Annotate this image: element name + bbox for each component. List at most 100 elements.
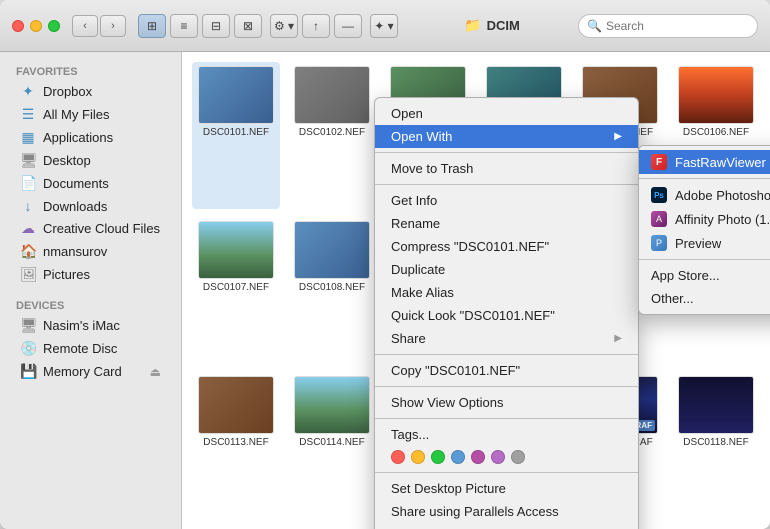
menu-item-set-desktop[interactable]: Set Desktop Picture <box>375 477 638 500</box>
file-item[interactable]: DSC0113.NEF <box>192 372 280 519</box>
submenu-item-other[interactable]: Other... <box>639 287 770 310</box>
file-item[interactable]: DSC0118.NEF <box>672 372 760 519</box>
sidebar-item-label: Remote Disc <box>43 341 117 356</box>
file-thumbnail <box>198 376 274 434</box>
sidebar-item-nasims-imac[interactable]: 🖥 Nasim's iMac <box>4 314 177 337</box>
forward-button[interactable]: › <box>100 15 126 37</box>
menu-item-copy[interactable]: Copy "DSC0101.NEF" <box>375 359 638 382</box>
search-input[interactable] <box>606 19 749 33</box>
submenu-item-fastraw[interactable]: F FastRawViewer (default) (1.4.3) <box>639 150 770 174</box>
submenu-item-appstore[interactable]: App Store... <box>639 264 770 287</box>
menu-item-label: Copy "DSC0101.NEF" <box>391 363 520 378</box>
sidebar-item-applications[interactable]: ▦ Applications <box>4 126 177 149</box>
finder-window: ‹ › ⊞ ≡ ⊟ ⊠ ⚙ ▾ ↑ — ✦ ▾ 📁 DCIM 🔍 Favorit… <box>0 0 770 529</box>
menu-item-share[interactable]: Share ▶ <box>375 327 638 350</box>
menu-item-label: Rename <box>391 216 440 231</box>
menu-item-move-to-trash[interactable]: Move to Trash <box>375 157 638 180</box>
dropbox-icon: ✦ <box>20 83 36 100</box>
favorites-section-title: Favorites <box>0 60 181 80</box>
close-button[interactable] <box>12 20 24 32</box>
tag-red[interactable] <box>391 450 405 464</box>
menu-item-label: Get Info <box>391 193 437 208</box>
menu-item-tags[interactable]: Tags... <box>375 423 638 446</box>
folder-icon: 📁 <box>464 17 481 34</box>
tag-orange[interactable] <box>411 450 425 464</box>
sidebar-item-dropbox[interactable]: ✦ Dropbox <box>4 80 177 103</box>
navigation-buttons: ‹ › <box>72 15 126 37</box>
sidebar-item-label: nmansurov <box>43 244 107 259</box>
submenu-item-preview[interactable]: P Preview <box>639 231 770 255</box>
memory-card-icon: 💾 <box>20 363 36 380</box>
tag-green[interactable] <box>431 450 445 464</box>
menu-item-duplicate[interactable]: Duplicate <box>375 258 638 281</box>
cover-flow-button[interactable]: ⊠ <box>234 14 262 38</box>
file-name: DSC0102.NEF <box>299 127 365 138</box>
file-item[interactable]: DSC0101.NEF <box>192 62 280 209</box>
tag-blue[interactable] <box>451 450 465 464</box>
file-item[interactable]: DSC0114.NEF <box>288 372 376 519</box>
submenu-item-affinity[interactable]: A Affinity Photo (1.5.2) <box>639 207 770 231</box>
app-name-label: Preview <box>675 236 721 251</box>
sidebar-item-label: Desktop <box>43 153 91 168</box>
column-view-button[interactable]: ⊟ <box>202 14 230 38</box>
sidebar-item-documents[interactable]: 📄 Documents <box>4 172 177 195</box>
menu-item-compress[interactable]: Compress "DSC0101.NEF" <box>375 235 638 258</box>
menu-item-quick-look[interactable]: Quick Look "DSC0101.NEF" <box>375 304 638 327</box>
file-name: DSC0118.NEF <box>683 437 748 448</box>
menu-item-label: Share using Parallels Access <box>391 504 559 519</box>
app-name-label: Adobe Photoshop CC 2017 <box>675 188 770 203</box>
sidebar-item-desktop[interactable]: 🖥 Desktop <box>4 149 177 172</box>
minimize-button[interactable] <box>30 20 42 32</box>
menu-item-share-parallels[interactable]: Share using Parallels Access <box>375 500 638 523</box>
menu-item-label: Open <box>391 106 423 121</box>
open-with-submenu: F FastRawViewer (default) (1.4.3) Ps Ado… <box>638 145 770 315</box>
file-name: DSC0113.NEF <box>203 437 268 448</box>
menu-item-label: Share <box>391 331 426 346</box>
pictures-icon: 🖼 <box>20 266 36 283</box>
menu-separator <box>375 184 638 185</box>
menu-item-get-info[interactable]: Get Info <box>375 189 638 212</box>
icon-view-button[interactable]: ⊞ <box>138 14 166 38</box>
menu-item-open[interactable]: Open <box>375 102 638 125</box>
sidebar-item-memory-card[interactable]: 💾 Memory Card ⏏ <box>4 360 177 383</box>
sidebar-item-nmansurov[interactable]: 🏠 nmansurov <box>4 240 177 263</box>
menu-item-open-with[interactable]: Open With ▶ F FastRawViewer (default) (1… <box>375 125 638 148</box>
search-bar[interactable]: 🔍 <box>578 14 758 38</box>
tag-purple[interactable] <box>471 450 485 464</box>
menu-item-label: Duplicate <box>391 262 445 277</box>
sidebar-item-all-my-files[interactable]: ☰ All My Files <box>4 103 177 126</box>
file-item[interactable]: DSC0107.NEF <box>192 217 280 364</box>
file-name: DSC0101.NEF <box>203 127 269 138</box>
file-item[interactable]: DSC0108.NEF <box>288 217 376 364</box>
menu-item-show-view-options[interactable]: Show View Options <box>375 391 638 414</box>
file-item[interactable]: DSC0102.NEF <box>288 62 376 209</box>
file-thumbnail <box>678 376 754 434</box>
file-thumbnail <box>294 221 370 279</box>
sidebar-item-label: Pictures <box>43 267 90 282</box>
list-view-button[interactable]: ≡ <box>170 14 198 38</box>
menu-item-make-alias[interactable]: Make Alias <box>375 281 638 304</box>
dropbox-button[interactable]: ✦ ▾ <box>370 14 398 38</box>
arrange-button[interactable]: ⚙ ▾ <box>270 14 298 38</box>
sidebar-item-remote-disc[interactable]: 💿 Remote Disc <box>4 337 177 360</box>
action-button[interactable]: ↑ <box>302 14 330 38</box>
fastraw-icon: F <box>651 154 667 170</box>
menu-item-reveal-windows[interactable]: Reveal in Windows <box>375 523 638 529</box>
menu-separator <box>375 386 638 387</box>
eject-icon[interactable]: ⏏ <box>150 365 161 379</box>
sidebar-item-creative-cloud[interactable]: ☁ Creative Cloud Files <box>4 217 177 240</box>
app-name-label: Affinity Photo (1.5.2) <box>675 212 770 227</box>
menu-item-rename[interactable]: Rename <box>375 212 638 235</box>
desktop-icon: 🖥 <box>20 152 36 169</box>
tag-gray[interactable] <box>511 450 525 464</box>
file-thumbnail <box>678 66 754 124</box>
submenu-item-photoshop[interactable]: Ps Adobe Photoshop CC 2017 <box>639 183 770 207</box>
title-text: DCIM <box>487 18 520 33</box>
sidebar-item-pictures[interactable]: 🖼 Pictures <box>4 263 177 286</box>
tag-magenta[interactable] <box>491 450 505 464</box>
share-button[interactable]: — <box>334 14 362 38</box>
sidebar-item-downloads[interactable]: ↓ Downloads <box>4 195 177 217</box>
home-icon: 🏠 <box>20 243 36 260</box>
maximize-button[interactable] <box>48 20 60 32</box>
back-button[interactable]: ‹ <box>72 15 98 37</box>
